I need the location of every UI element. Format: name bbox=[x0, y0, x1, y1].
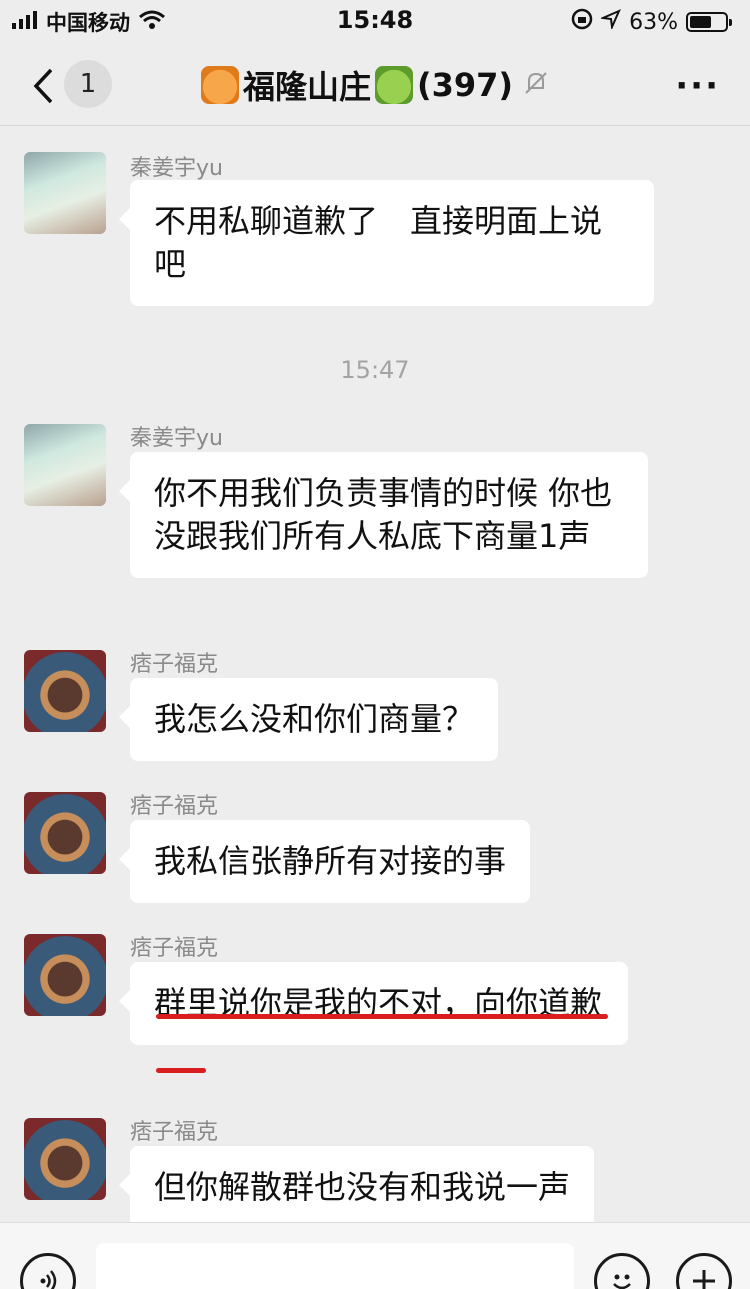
input-bar bbox=[0, 1222, 750, 1289]
status-bar: 中国移动 15:48 63% bbox=[0, 0, 750, 44]
message-bubble[interactable]: 但你解散群也没有和我说一声 bbox=[118, 1146, 595, 1229]
mute-bell-icon bbox=[523, 66, 549, 104]
voice-icon bbox=[40, 1270, 57, 1289]
smiley-icon bbox=[613, 1274, 631, 1289]
battery-fill bbox=[690, 16, 712, 28]
fox-emoji-icon bbox=[200, 66, 239, 104]
message-bubble[interactable]: 不用私聊道歉了 直接明面上说吧 bbox=[119, 180, 654, 306]
message-bubble[interactable]: 你不用我们负责事情的时候 你也没跟我们所有人私底下商量1声 bbox=[119, 452, 648, 578]
member-count: (397) bbox=[416, 66, 514, 104]
emoji-button[interactable] bbox=[594, 1253, 650, 1289]
message-bubble[interactable]: 我私信张静所有对接的事 bbox=[118, 820, 531, 903]
message-bubble[interactable]: 群里说你是我的不对，向你道歉 bbox=[119, 962, 628, 1045]
chat-title: 福隆山庄 (397) bbox=[0, 62, 750, 108]
avatar[interactable] bbox=[24, 934, 106, 1016]
dragon-emoji-icon bbox=[374, 66, 413, 104]
avatar[interactable] bbox=[24, 152, 106, 234]
avatar[interactable] bbox=[24, 1118, 106, 1200]
group-name: 福隆山庄 bbox=[242, 68, 371, 106]
sender-name: 痞子福克 bbox=[130, 1120, 219, 1145]
timestamp: 15:47 bbox=[340, 356, 410, 384]
avatar[interactable] bbox=[24, 424, 106, 506]
sender-name: 痞子福克 bbox=[130, 794, 219, 819]
sender-name: 秦姜宇yu bbox=[130, 426, 223, 451]
plus-button[interactable] bbox=[676, 1253, 732, 1289]
voice-button[interactable] bbox=[20, 1253, 76, 1289]
plus-icon bbox=[693, 1270, 715, 1289]
battery-icon bbox=[686, 12, 732, 32]
message-input[interactable] bbox=[96, 1243, 574, 1289]
red-underline-mark bbox=[156, 1068, 206, 1073]
sender-name: 痞子福克 bbox=[130, 652, 219, 677]
status-time: 15:48 bbox=[336, 6, 414, 34]
nav-bar: 1 福隆山庄 (397) ··· bbox=[0, 44, 750, 126]
more-options-button[interactable]: ··· bbox=[675, 66, 720, 106]
battery-tip bbox=[729, 19, 732, 26]
red-underline-mark bbox=[156, 1014, 608, 1019]
avatar[interactable] bbox=[24, 650, 106, 732]
message-bubble[interactable]: 我怎么没和你们商量？ bbox=[118, 678, 499, 761]
sender-name: 秦姜宇yu bbox=[130, 156, 223, 181]
avatar[interactable] bbox=[24, 792, 106, 874]
sender-name: 痞子福克 bbox=[130, 936, 219, 961]
